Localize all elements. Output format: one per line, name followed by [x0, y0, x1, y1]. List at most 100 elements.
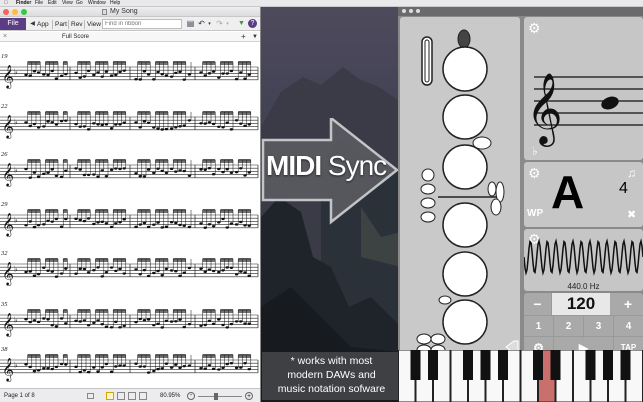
menu-file[interactable]: File [35, 0, 43, 7]
close-window-button[interactable] [3, 9, 9, 15]
menu-help[interactable]: Help [110, 0, 120, 7]
tab-app[interactable]: App [37, 19, 49, 30]
piano-black-key[interactable] [620, 350, 631, 380]
redo-dropdown-icon[interactable]: ▾ [223, 19, 232, 29]
add-tab-icon[interactable]: + [241, 32, 246, 42]
menu-finder[interactable]: Finder [16, 0, 31, 7]
metronome-panel: − 120 + 1 2 3 4 ⚙ ▶ TAP [524, 293, 643, 357]
piano-black-key[interactable] [463, 350, 473, 380]
file-button[interactable]: File [0, 18, 26, 30]
treble-clef-icon: 𝄞 [526, 71, 563, 147]
treble-clef-icon: 𝄞 [2, 114, 14, 139]
caption-line: modern DAWs and [287, 369, 376, 381]
staff: 𝄞 ♭ [0, 111, 259, 139]
window-dot[interactable] [409, 9, 413, 13]
key-signature-flat: ♭ [14, 315, 18, 324]
menu-edit[interactable]: Edit [48, 0, 57, 7]
window-titlebar: My Song [0, 7, 260, 17]
tab-menu-icon[interactable]: ▼ [252, 32, 258, 42]
undo-dropdown-icon[interactable]: ▾ [205, 19, 214, 29]
zoom-window-button[interactable] [21, 9, 27, 15]
treble-clef-icon: 𝄞 [2, 64, 14, 89]
window-dot[interactable] [416, 9, 420, 13]
beat-button-1[interactable]: 1 [524, 316, 554, 338]
beat-button-2[interactable]: 2 [554, 316, 584, 338]
key-signature-flat: ♭ [14, 264, 18, 273]
close-tab-icon[interactable]: × [3, 32, 7, 42]
zoom-in-icon[interactable]: + [245, 392, 253, 400]
piano-keys[interactable] [398, 350, 643, 402]
staff-system: 26 𝄞 ♭ [0, 151, 260, 191]
tempo-value[interactable]: 120 [552, 293, 610, 315]
gear-icon[interactable]: ⚙ [528, 166, 541, 180]
piano-black-key[interactable] [410, 350, 421, 380]
tempo-minus-button[interactable]: − [524, 293, 552, 315]
compatibility-caption: * works with most modern DAWs and music … [262, 352, 401, 400]
tempo-row: − 120 + [524, 293, 643, 315]
score-page[interactable]: 19 𝄞 ♭ 22 𝄞 ♭ 26 𝄞 ♭ 29 𝄞 ♭ 32 𝄞 ♭ 35 𝄞 ♭ 38 𝄞… [0, 43, 260, 388]
beat-button-3[interactable]: 3 [584, 316, 614, 338]
treble-staff: 𝄞 ♭ [526, 71, 643, 158]
piano-black-key[interactable] [550, 350, 561, 380]
view-pages-spread-icon[interactable] [117, 392, 125, 400]
zoom-slider[interactable] [198, 396, 242, 397]
headline-rest: Sync [321, 150, 387, 181]
waveform-panel: ⚙ 440.0 Hz [524, 229, 643, 291]
treble-clef-icon: 𝄞 [2, 357, 14, 382]
treble-clef-icon: 𝄞 [2, 261, 14, 286]
menu-go[interactable]: Go [76, 0, 83, 7]
caption-line: * works with most [290, 355, 373, 367]
piano-black-key[interactable] [428, 350, 438, 380]
back-arrow-icon[interactable]: ◀ [28, 19, 37, 29]
minimize-window-button[interactable] [12, 9, 18, 15]
page-indicator: Page 1 of 8 [4, 393, 35, 399]
view-single-page-icon[interactable] [106, 392, 114, 400]
piano-keyboard[interactable] [398, 350, 643, 402]
tab-divider [68, 20, 69, 29]
full-score-tab[interactable]: Full Score [62, 32, 89, 42]
frequency-readout: 440.0 Hz [567, 282, 600, 291]
piano-black-key[interactable] [498, 350, 508, 380]
treble-clef-icon: 𝄞 [2, 212, 14, 237]
window-dot[interactable] [402, 9, 406, 13]
note-name-panel: ⚙ A 4 WP ♫ ✖ [524, 162, 643, 227]
ribbon-toolbar: File ◀ App Part Rev View ▤ ↶ ▾ ↷ ▾ ▼ ? [0, 17, 260, 31]
fingering-chart-panel [400, 17, 520, 357]
mute-icon[interactable]: ✖ [627, 208, 636, 221]
focus-on-staves-icon[interactable] [87, 393, 94, 399]
beats-row: 1 2 3 4 [524, 315, 643, 338]
piano-black-key[interactable] [533, 350, 543, 380]
treble-clef-icon: 𝄞 [2, 162, 14, 187]
ribbon-search-input[interactable] [102, 19, 182, 29]
music-note-icon[interactable]: ♫ [627, 166, 636, 180]
view-panorama-icon[interactable] [128, 392, 136, 400]
view-scroll-icon[interactable] [139, 392, 147, 400]
caption-line: music notation sofware [277, 383, 386, 395]
key-signature-flat: ♭ [14, 67, 18, 76]
tab-divider [84, 20, 85, 29]
note-name: A [551, 166, 585, 218]
staff-system: 19 𝄞 ♭ [0, 53, 260, 93]
flat-icon: ♭ [532, 144, 538, 158]
menu-view[interactable]: View [62, 0, 73, 7]
beat-button-4[interactable]: 4 [614, 316, 643, 338]
staff: 𝄞 ♭ [0, 258, 259, 286]
tempo-plus-button[interactable]: + [613, 293, 643, 315]
help-icon[interactable]: ? [248, 19, 257, 28]
written-pitch-label[interactable]: WP [527, 208, 543, 219]
apple-icon[interactable]:  [4, 0, 8, 7]
clarinet-fingering-diagram [416, 29, 519, 356]
tab-view[interactable]: View [87, 19, 101, 30]
staff-system: 29 𝄞 ♭ [0, 201, 260, 241]
zoom-out-icon[interactable]: - [187, 392, 195, 400]
tab-part[interactable]: Part [55, 19, 67, 30]
piano-black-key[interactable] [603, 350, 613, 380]
collapse-ribbon-icon[interactable]: ▼ [237, 19, 246, 29]
piano-black-key[interactable] [585, 350, 596, 380]
key-signature-flat: ♭ [14, 117, 18, 126]
piano-black-key[interactable] [480, 350, 491, 380]
menu-window[interactable]: Window [88, 0, 106, 7]
tab-rev[interactable]: Rev [71, 19, 83, 30]
save-icon[interactable]: ▤ [186, 19, 195, 29]
zoom-slider-thumb[interactable] [214, 393, 218, 400]
